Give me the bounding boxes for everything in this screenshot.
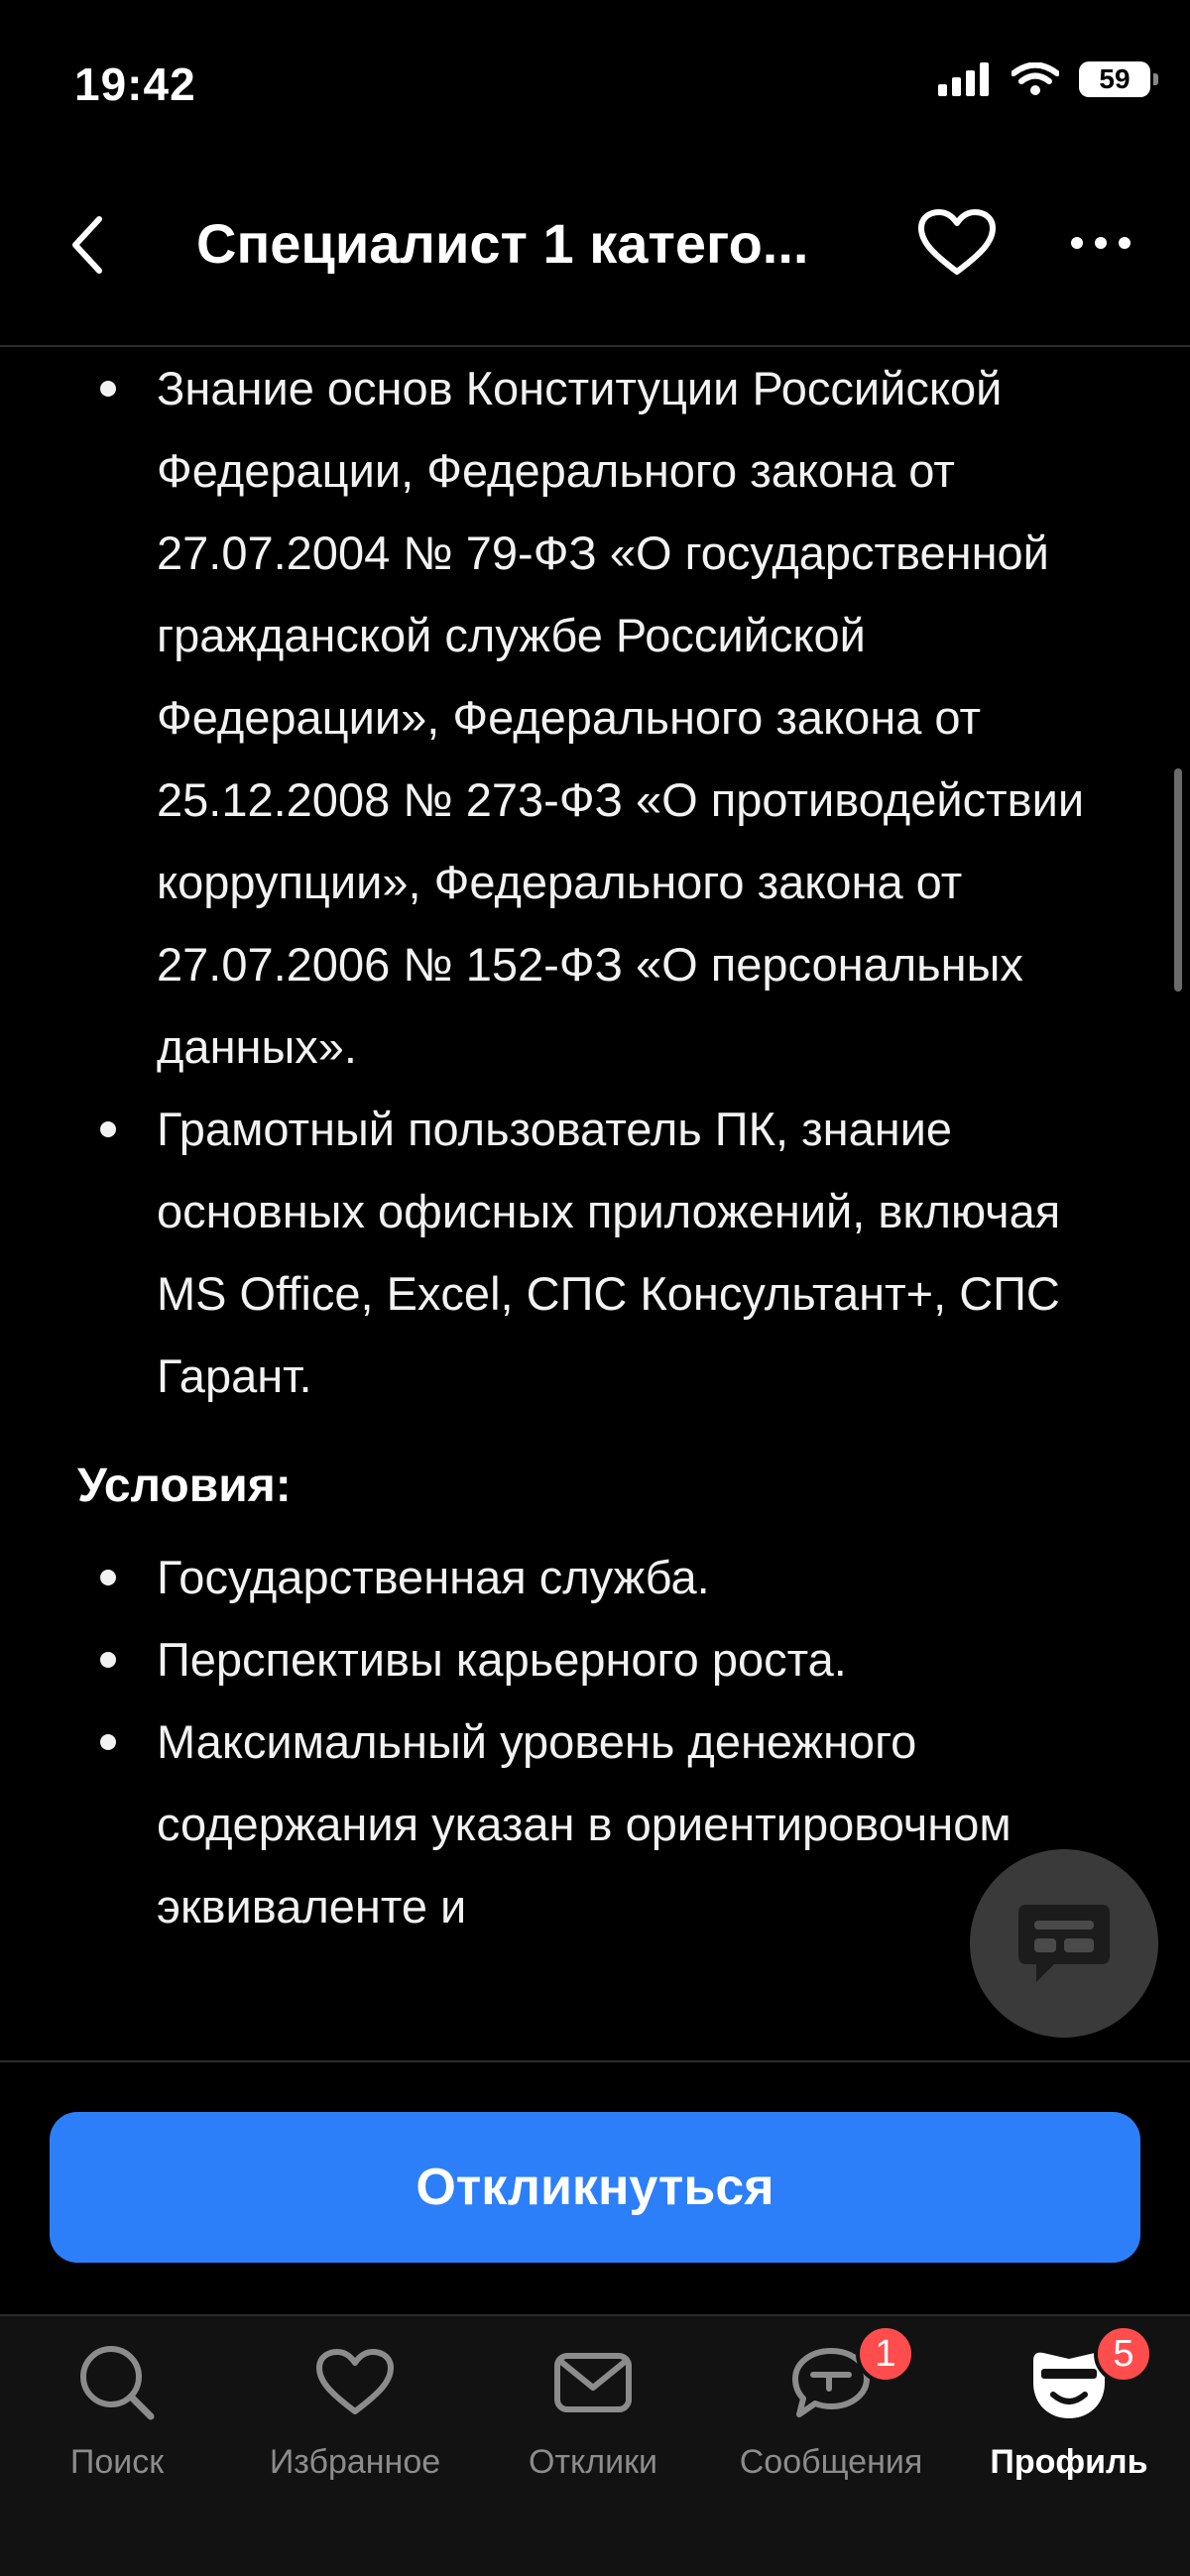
tab-search[interactable]: Поиск: [8, 2338, 226, 2517]
profile-badge: 5: [1094, 2324, 1153, 2384]
list-item: Государственная служба.: [0, 1536, 1190, 1618]
status-bar: 19:42 59: [0, 0, 1190, 169]
nav-bar: Специалист 1 катего...: [0, 169, 1190, 347]
chevron-left-icon: [72, 216, 102, 274]
page-title: Специалист 1 катего...: [196, 212, 809, 275]
wifi-icon: [1012, 62, 1059, 95]
scrollbar[interactable]: [1174, 768, 1182, 992]
envelope-icon: [554, 2353, 632, 2412]
search-icon: [80, 2346, 155, 2420]
status-time: 19:42: [74, 59, 196, 110]
status-icons: 59: [938, 61, 1158, 97]
conditions-heading: Условия:: [77, 1460, 292, 1512]
more-options-button[interactable]: [1061, 198, 1140, 288]
tab-label: Отклики: [529, 2443, 657, 2481]
cta-area: Откликнуться: [0, 2060, 1190, 2314]
battery-indicator: 59: [1079, 61, 1158, 97]
list-item: Грамотный пользователь ПК, знание основн…: [0, 1088, 1190, 1417]
heart-icon: [316, 2349, 394, 2414]
tab-label: Избранное: [269, 2443, 441, 2481]
chat-bubble-icon: [1018, 1905, 1110, 1982]
signal-icon: [938, 62, 989, 96]
back-button[interactable]: [58, 200, 117, 290]
favorite-button[interactable]: [912, 198, 1002, 288]
messages-badge: 1: [856, 2324, 915, 2384]
more-dots-icon: [1071, 237, 1130, 249]
tab-label: Профиль: [990, 2443, 1148, 2481]
list-item: Перспективы карьерного роста.: [0, 1618, 1190, 1700]
requirements-list: Знание основ Конституции Российской Феде…: [0, 347, 1190, 1417]
vacancy-description[interactable]: Знание основ Конституции Российской Феде…: [0, 347, 1190, 2060]
tab-responses[interactable]: Отклики: [484, 2338, 702, 2517]
tab-label: Поиск: [69, 2443, 165, 2481]
tab-bar: Поиск Избранное Отклики 1 Сообщения 5 Пр…: [0, 2314, 1190, 2576]
list-item: Знание основ Конституции Российской Феде…: [0, 347, 1190, 1088]
tab-label: Сообщения: [739, 2443, 923, 2481]
heart-icon: [918, 209, 996, 275]
tab-messages[interactable]: 1 Сообщения: [722, 2324, 940, 2517]
tab-favorites[interactable]: Избранное: [246, 2338, 464, 2517]
tab-profile[interactable]: 5 Профиль: [960, 2324, 1178, 2517]
respond-button[interactable]: Откликнуться: [50, 2112, 1140, 2263]
chat-support-button[interactable]: [970, 1849, 1158, 2038]
